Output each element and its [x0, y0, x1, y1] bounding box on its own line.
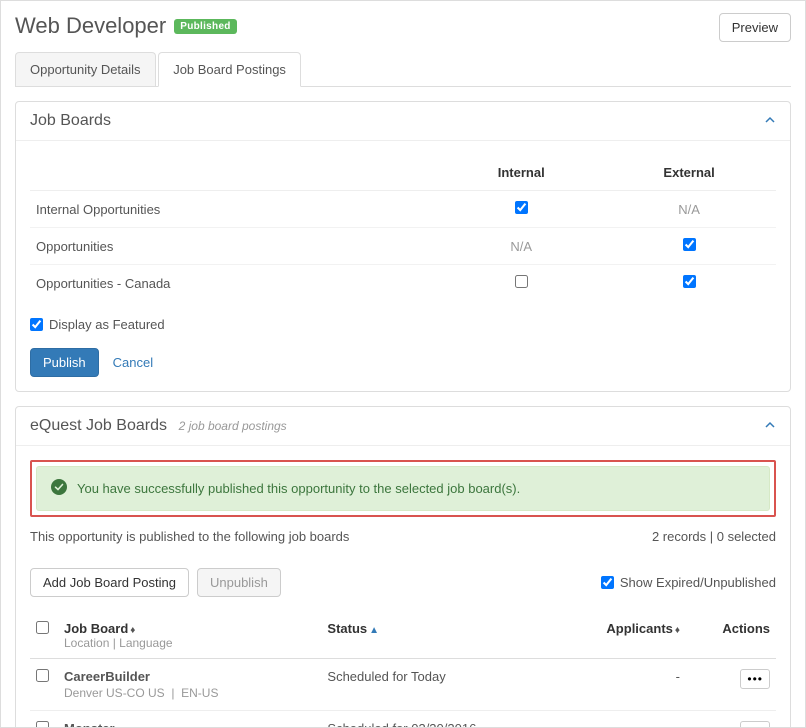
row-actions-button[interactable]: ••• [740, 669, 770, 689]
table-row: CareerBuilder Denver US-CO US | EN-US Sc… [30, 659, 776, 711]
col-job-board-sub: Location | Language [64, 636, 315, 656]
records-text: 2 records | 0 selected [652, 529, 776, 544]
display-featured-label: Display as Featured [49, 317, 165, 332]
page-title: Web Developer [15, 13, 166, 39]
add-job-board-button[interactable]: Add Job Board Posting [30, 568, 189, 597]
page-header: Web Developer Published Preview [15, 13, 791, 42]
col-actions: Actions [686, 613, 776, 659]
row-name: Internal Opportunities [30, 191, 440, 228]
table-row: Internal Opportunities N/A [30, 191, 776, 228]
job-boards-title: Job Boards [30, 112, 111, 130]
row-checkbox[interactable] [36, 669, 49, 682]
row-name: Opportunities - Canada [30, 265, 440, 302]
preview-button[interactable]: Preview [719, 13, 791, 42]
col-job-board[interactable]: Job Board♦ Location | Language [58, 613, 321, 659]
tab-job-board-postings[interactable]: Job Board Postings [158, 52, 301, 87]
posting-meta: Denver US-CO US | EN-US [64, 686, 315, 700]
row-name: Opportunities [30, 228, 440, 265]
posting-name: Monster [64, 721, 315, 728]
internal-checkbox[interactable] [515, 201, 528, 214]
show-expired-checkbox[interactable] [601, 576, 614, 589]
internal-checkbox[interactable] [515, 275, 528, 288]
select-all-checkbox[interactable] [36, 621, 49, 634]
row-actions-button[interactable]: ••• [740, 721, 770, 728]
check-circle-icon [51, 479, 67, 498]
equest-title: eQuest Job Boards [30, 417, 167, 434]
collapse-icon[interactable] [764, 114, 776, 129]
col-external: External [602, 155, 776, 191]
tabs: Opportunity Details Job Board Postings [15, 52, 791, 87]
job-boards-table: Internal External Internal Opportunities… [30, 155, 776, 301]
sort-icon: ♦ [675, 625, 680, 636]
posting-status: Scheduled for Today [321, 659, 576, 711]
display-featured-checkbox[interactable] [30, 318, 43, 331]
posting-status: Scheduled for 03/30/2016 [321, 711, 576, 728]
posting-name: CareerBuilder [64, 669, 315, 684]
na-label: N/A [510, 239, 532, 254]
alert-message: You have successfully published this opp… [77, 481, 520, 496]
success-alert: You have successfully published this opp… [36, 466, 770, 511]
external-checkbox[interactable] [683, 238, 696, 251]
alert-highlight: You have successfully published this opp… [30, 460, 776, 517]
col-applicants[interactable]: Applicants♦ [576, 613, 686, 659]
status-badge: Published [174, 19, 236, 34]
na-label: N/A [678, 202, 700, 217]
col-status[interactable]: Status▲ [321, 613, 576, 659]
external-checkbox[interactable] [683, 275, 696, 288]
row-checkbox[interactable] [36, 721, 49, 728]
table-row: Monster Denver US-CO US | EN-US Schedule… [30, 711, 776, 728]
sort-asc-icon: ▲ [369, 625, 379, 636]
postings-table: Job Board♦ Location | Language Status▲ A… [30, 613, 776, 728]
table-row: Opportunities N/A [30, 228, 776, 265]
show-expired-label: Show Expired/Unpublished [620, 575, 776, 590]
equest-subtitle: 2 job board postings [179, 419, 287, 433]
published-text: This opportunity is published to the fol… [30, 529, 349, 544]
col-internal: Internal [440, 155, 602, 191]
job-boards-panel: Job Boards Internal External Internal Op… [15, 101, 791, 392]
posting-applicants: - [576, 711, 686, 728]
sort-icon: ♦ [130, 625, 135, 636]
table-row: Opportunities - Canada [30, 265, 776, 302]
equest-panel: eQuest Job Boards 2 job board postings Y… [15, 406, 791, 728]
cancel-link[interactable]: Cancel [113, 355, 153, 370]
posting-applicants: - [576, 659, 686, 711]
unpublish-button[interactable]: Unpublish [197, 568, 281, 597]
collapse-icon[interactable] [764, 419, 776, 434]
tab-opportunity-details[interactable]: Opportunity Details [15, 52, 156, 86]
publish-button[interactable]: Publish [30, 348, 99, 377]
